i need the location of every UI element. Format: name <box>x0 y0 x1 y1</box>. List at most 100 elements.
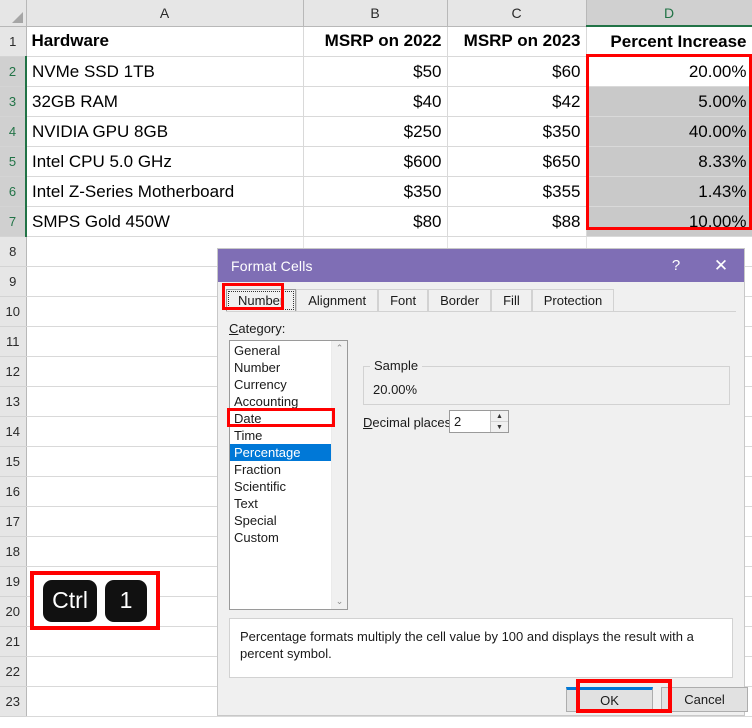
row-header-5[interactable]: 5 <box>0 146 27 177</box>
row-header-6[interactable]: 6 <box>0 176 27 207</box>
category-items[interactable]: General Number Currency Accounting Date Time P… <box>230 341 331 609</box>
row-header-19[interactable]: 19 <box>0 566 27 597</box>
category-item-general[interactable]: General <box>230 342 331 359</box>
row-header-9[interactable]: 9 <box>0 266 27 297</box>
cell-D6[interactable]: 1.43% <box>586 176 752 207</box>
category-label-accesskey: C <box>229 321 239 336</box>
row-header-1[interactable]: 1 <box>0 26 27 57</box>
row-header-15[interactable]: 15 <box>0 446 27 477</box>
tab-font[interactable]: Font <box>378 289 429 312</box>
row-header-21[interactable]: 21 <box>0 626 27 657</box>
row-header-17[interactable]: 17 <box>0 506 27 537</box>
scroll-up-icon[interactable]: ⌃ <box>336 344 344 353</box>
cell-A1[interactable]: Hardware <box>26 26 304 57</box>
category-item-date[interactable]: Date <box>230 410 331 427</box>
category-item-accounting[interactable]: Accounting <box>230 393 331 410</box>
decimal-places-stepper[interactable]: 2 ▲ ▼ <box>449 410 509 433</box>
row-header-3[interactable]: 3 <box>0 86 27 117</box>
category-scrollbar[interactable]: ⌃ ⌄ <box>331 341 347 609</box>
decimal-places-input[interactable]: 2 <box>450 411 490 432</box>
keyboard-shortcut-overlay: Ctrl 1 <box>30 571 160 630</box>
row-header-12[interactable]: 12 <box>0 356 27 387</box>
stepper-down-icon[interactable]: ▼ <box>491 422 508 432</box>
row-header-7[interactable]: 7 <box>0 206 27 237</box>
row-header-2[interactable]: 2 <box>0 56 27 87</box>
tab-border[interactable]: Border <box>428 289 492 312</box>
category-item-currency[interactable]: Currency <box>230 376 331 393</box>
row-header-20[interactable]: 20 <box>0 596 27 627</box>
cell-B5[interactable]: $600 <box>303 146 448 177</box>
cell-B2[interactable]: $50 <box>303 56 448 87</box>
cell-A7[interactable]: SMPS Gold 450W <box>26 206 304 237</box>
cell-A6[interactable]: Intel Z-Series Motherboard <box>26 176 304 207</box>
row-header-13[interactable]: 13 <box>0 386 27 417</box>
column-header-b[interactable]: B <box>303 0 448 27</box>
cell-D7[interactable]: 10.00% <box>586 206 752 237</box>
scroll-down-icon[interactable]: ⌄ <box>336 597 344 606</box>
table-row: 3 32GB RAM $40 $42 5.00% <box>0 86 752 117</box>
cell-B4[interactable]: $250 <box>303 116 448 147</box>
cell-D1[interactable]: Percent Increase <box>586 26 752 57</box>
category-label: Category: <box>229 321 285 336</box>
cell-D5[interactable]: 8.33% <box>586 146 752 177</box>
category-item-percentage[interactable]: Percentage <box>230 444 331 461</box>
close-icon[interactable]: ✕ <box>698 249 744 282</box>
cell-A3[interactable]: 32GB RAM <box>26 86 304 117</box>
cell-A5[interactable]: Intel CPU 5.0 GHz <box>26 146 304 177</box>
help-icon[interactable]: ? <box>654 249 698 282</box>
dialog-titlebar[interactable]: Format Cells ? ✕ <box>218 249 744 282</box>
tab-fill[interactable]: Fill <box>491 289 532 312</box>
row-header-4[interactable]: 4 <box>0 116 27 147</box>
cell-B1[interactable]: MSRP on 2022 <box>303 26 448 57</box>
stepper-buttons[interactable]: ▲ ▼ <box>490 411 508 432</box>
cell-B3[interactable]: $40 <box>303 86 448 117</box>
row-header-8[interactable]: 8 <box>0 236 27 267</box>
dialog-tabstrip: Number Alignment Font Border Fill Protection <box>226 289 736 312</box>
cell-C5[interactable]: $650 <box>447 146 587 177</box>
cell-C3[interactable]: $42 <box>447 86 587 117</box>
category-label-rest: ategory: <box>238 321 286 336</box>
tab-protection[interactable]: Protection <box>531 289 615 312</box>
category-item-time[interactable]: Time <box>230 427 331 444</box>
stepper-up-icon[interactable]: ▲ <box>491 411 508 422</box>
cell-B6[interactable]: $350 <box>303 176 448 207</box>
cell-B7[interactable]: $80 <box>303 206 448 237</box>
dialog-title: Format Cells <box>231 257 313 274</box>
row-header-14[interactable]: 14 <box>0 416 27 447</box>
cell-D2[interactable]: 20.00% <box>586 56 752 87</box>
row-header-16[interactable]: 16 <box>0 476 27 507</box>
category-item-fraction[interactable]: Fraction <box>230 461 331 478</box>
cell-C1[interactable]: MSRP on 2023 <box>447 26 587 57</box>
tab-alignment[interactable]: Alignment <box>296 289 379 312</box>
cancel-button[interactable]: Cancel <box>661 687 748 712</box>
category-item-text[interactable]: Text <box>230 495 331 512</box>
cell-A4[interactable]: NVIDIA GPU 8GB <box>26 116 304 147</box>
row-header-18[interactable]: 18 <box>0 536 27 567</box>
cell-D3[interactable]: 5.00% <box>586 86 752 117</box>
row-header-11[interactable]: 11 <box>0 326 27 357</box>
select-all-corner[interactable] <box>0 0 27 27</box>
row-header-22[interactable]: 22 <box>0 656 27 687</box>
cell-D4[interactable]: 40.00% <box>586 116 752 147</box>
column-header-a[interactable]: A <box>26 0 304 27</box>
cell-C2[interactable]: $60 <box>447 56 587 87</box>
cell-C6[interactable]: $355 <box>447 176 587 207</box>
row-header-23[interactable]: 23 <box>0 686 27 717</box>
cell-A2[interactable]: NVMe SSD 1TB <box>26 56 304 87</box>
key-ctrl: Ctrl <box>43 579 98 622</box>
column-header-d[interactable]: D <box>586 0 752 27</box>
category-item-number[interactable]: Number <box>230 359 331 376</box>
decimal-places-label: Decimal places: <box>363 415 455 430</box>
category-item-scientific[interactable]: Scientific <box>230 478 331 495</box>
row-header-10[interactable]: 10 <box>0 296 27 327</box>
category-item-special[interactable]: Special <box>230 512 331 529</box>
cell-C7[interactable]: $88 <box>447 206 587 237</box>
ok-button[interactable]: OK <box>566 687 653 712</box>
column-header-c[interactable]: C <box>447 0 587 27</box>
table-row: 4 NVIDIA GPU 8GB $250 $350 40.00% <box>0 116 752 147</box>
cell-C4[interactable]: $350 <box>447 116 587 147</box>
category-item-custom[interactable]: Custom <box>230 529 331 546</box>
tab-number[interactable]: Number <box>226 289 297 312</box>
category-listbox[interactable]: General Number Currency Accounting Date Time P… <box>229 340 348 610</box>
sample-value: 20.00% <box>373 382 418 397</box>
